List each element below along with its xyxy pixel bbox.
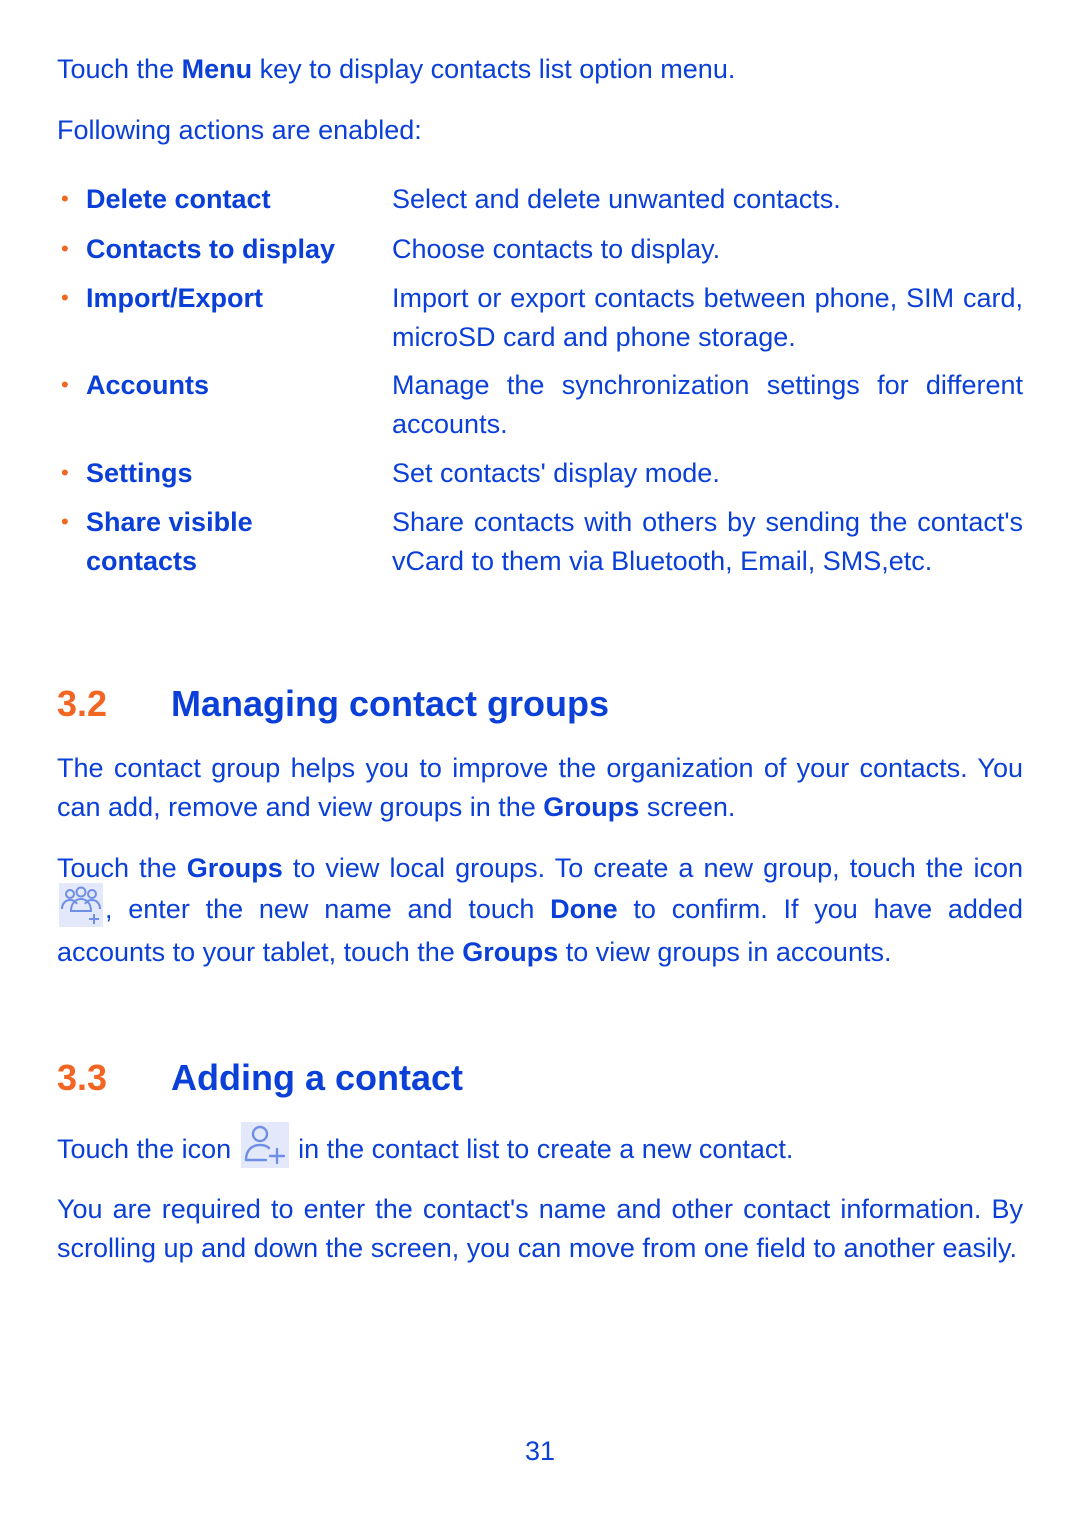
- groups-label: Groups: [462, 936, 559, 967]
- menu-key-label: Menu: [181, 54, 253, 84]
- action-term: Import/Export: [86, 283, 264, 313]
- groups-label: Groups: [543, 791, 640, 822]
- add-contact-icon: [240, 1122, 289, 1168]
- bullet-icon: •: [61, 285, 69, 310]
- action-term: Share visible contacts: [86, 507, 253, 576]
- section-title: Managing contact groups: [171, 683, 610, 724]
- action-term: Settings: [86, 458, 193, 488]
- bullet-icon: •: [61, 509, 69, 534]
- action-term: Delete contact: [86, 184, 271, 214]
- action-term: Accounts: [86, 370, 210, 400]
- action-desc: Choose contacts to display.: [392, 234, 721, 264]
- groups-intro-paragraph: The contact group helps you to improve t…: [57, 749, 1023, 826]
- text: , enter the new name and touch: [105, 893, 551, 924]
- bullet-icon: •: [61, 460, 69, 485]
- action-term: Contacts to display: [86, 234, 336, 264]
- text: in the contact list to create a new cont…: [290, 1134, 794, 1165]
- text: Touch the icon: [57, 1134, 239, 1165]
- bullet-icon: •: [61, 372, 69, 397]
- text: to view local groups. To create a new gr…: [282, 853, 1023, 883]
- done-label: Done: [550, 893, 618, 924]
- add-group-icon: [59, 882, 103, 927]
- action-desc: Manage the synchronization settings for …: [392, 370, 1023, 439]
- section-number: 3.2: [57, 683, 108, 724]
- text: key to display contacts list option menu…: [252, 54, 736, 84]
- text: screen.: [639, 791, 736, 822]
- groups-label: Groups: [186, 853, 283, 883]
- action-desc: Set contacts' display mode.: [392, 458, 720, 488]
- action-desc: Import or export contacts between phone,…: [392, 283, 1023, 352]
- section-number: 3.3: [57, 1057, 108, 1098]
- text: Touch the: [57, 54, 182, 84]
- action-desc: Select and delete unwanted contacts.: [392, 184, 841, 214]
- bullet-icon: •: [61, 236, 69, 261]
- section-title: Adding a contact: [171, 1057, 464, 1098]
- bullet-icon: •: [61, 186, 69, 211]
- page-number: 31: [524, 1436, 556, 1466]
- text: Touch the: [57, 853, 187, 883]
- groups-create-paragraph: Touch the Groups to view local groups. T…: [57, 849, 1023, 972]
- action-desc: Share contacts with others by sending th…: [392, 507, 1023, 576]
- intro-actions-text: Following actions are enabled:: [57, 115, 422, 145]
- add-contact-paragraph: Touch the icon in the contact list to cr…: [57, 1122, 1023, 1174]
- contact-info-paragraph: You are required to enter the contact's …: [57, 1194, 1023, 1263]
- text: The contact group helps you to improve t…: [57, 753, 1023, 822]
- text: to view groups in accounts.: [558, 936, 892, 967]
- intro-menu-text: Touch the Menu key to display contacts l…: [57, 50, 1023, 89]
